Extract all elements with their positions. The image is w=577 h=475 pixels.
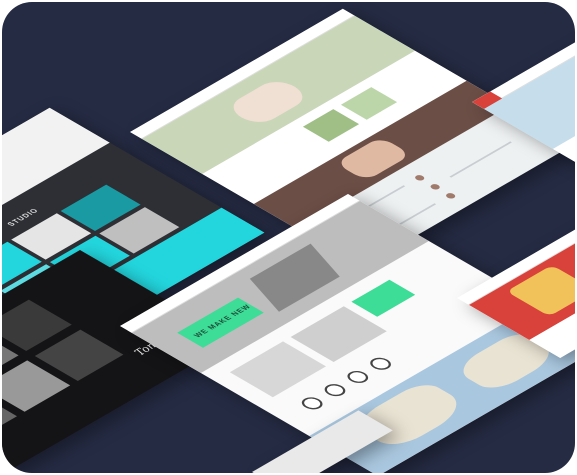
timeline-dot-2 [428, 183, 442, 191]
team-avatar-3 [343, 368, 373, 386]
mockup-stage: STUDIO Tom Hardy [2, 2, 575, 473]
timeline-dot-1 [413, 174, 427, 182]
timeline-line-2 [449, 141, 512, 178]
team-avatar-1 [297, 394, 327, 412]
showcase-frame: STUDIO Tom Hardy [2, 2, 575, 473]
team-avatar-2 [320, 381, 350, 399]
team-avatar-4 [366, 355, 396, 373]
timeline-dot-3 [444, 192, 458, 200]
arch-green-card [351, 279, 416, 317]
